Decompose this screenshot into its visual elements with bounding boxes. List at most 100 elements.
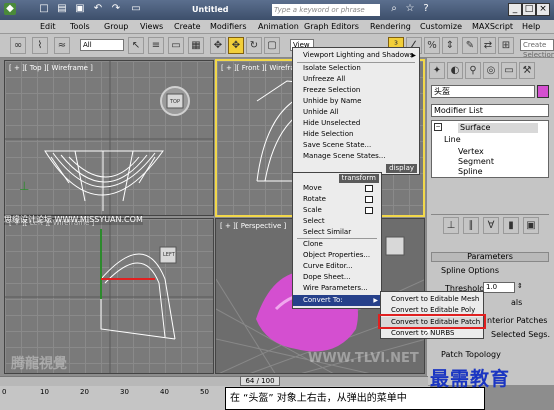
menu-create[interactable]: Create — [174, 22, 201, 31]
select-object-icon[interactable]: ↖ — [128, 37, 144, 54]
menu-item-object-properties[interactable]: Object Properties... — [293, 250, 381, 261]
bind-space-warp-icon[interactable]: ≈ — [54, 37, 70, 54]
menu-item-curve-editor[interactable]: Curve Editor... — [293, 261, 381, 272]
quad-header-transform: transform — [338, 174, 379, 183]
menu-item-hide-selection[interactable]: Hide Selection — [293, 129, 419, 140]
stack-toggle-icon[interactable]: − — [434, 123, 442, 131]
app-logo-icon[interactable]: ◆ — [4, 3, 16, 15]
threshold-input[interactable]: 1.0 — [483, 282, 515, 293]
menu-item-unfreeze-all[interactable]: Unfreeze All — [293, 74, 419, 85]
mirror-icon[interactable]: ⇄ — [480, 37, 496, 54]
select-scale-icon[interactable]: ▢ — [264, 37, 280, 54]
menu-item-hide-unselected[interactable]: Hide Unselected — [293, 118, 419, 129]
patch-topology-label: Patch Topology — [441, 350, 501, 359]
hierarchy-tab-icon[interactable]: ⚲ — [465, 62, 481, 79]
stack-vertex[interactable]: Vertex — [458, 147, 484, 156]
help-icon[interactable]: ? — [420, 3, 432, 15]
project-folder-icon[interactable]: ▭ — [130, 3, 142, 15]
menu-item-unhide-all[interactable]: Unhide All — [293, 107, 419, 118]
select-move-icon[interactable]: ✥ — [210, 37, 226, 54]
menu-item-freeze-selection[interactable]: Freeze Selection — [293, 85, 419, 96]
object-color-swatch[interactable] — [537, 85, 549, 98]
spinner-snap-icon[interactable]: ⇕ — [442, 37, 458, 54]
menu-item-clone[interactable]: Clone — [293, 239, 381, 250]
viewcube-top-label[interactable]: TOP — [170, 99, 180, 105]
remove-modifier-icon[interactable]: ▮ — [503, 217, 519, 234]
show-end-result-icon[interactable]: ∥ — [463, 217, 479, 234]
infocenter-icon[interactable]: ☆ — [404, 3, 416, 15]
pin-stack-icon[interactable]: ⊥ — [443, 217, 459, 234]
new-file-icon[interactable]: □ — [38, 3, 50, 15]
menu-maxscript[interactable]: MAXScript — [472, 22, 513, 31]
menu-modifiers[interactable]: Modifiers — [210, 22, 247, 31]
menu-tools[interactable]: Tools — [70, 22, 90, 31]
unlink-icon[interactable]: ⌇ — [32, 37, 48, 54]
align-icon[interactable]: ⊞ — [498, 37, 514, 54]
stack-spline[interactable]: Spline — [458, 167, 483, 176]
selection-filter-dropdown[interactable]: All — [80, 39, 124, 51]
menu-help[interactable]: Help — [522, 22, 540, 31]
threshold-spinner-icon[interactable]: ⇕ — [517, 282, 523, 290]
display-tab-icon[interactable]: ▭ — [501, 62, 517, 79]
rotate-settings-icon[interactable] — [365, 196, 373, 203]
menu-animation[interactable]: Animation — [258, 22, 299, 31]
link-icon[interactable]: ∞ — [10, 37, 26, 54]
menu-edit[interactable]: Edit — [40, 22, 56, 31]
select-move-active-icon[interactable]: ✥ — [228, 37, 244, 54]
stack-line[interactable]: Line — [444, 135, 461, 144]
motion-tab-icon[interactable]: ◎ — [483, 62, 499, 79]
search-icon[interactable]: ⌕ — [388, 3, 400, 15]
rollout-parameters[interactable]: Parameters — [431, 252, 549, 262]
edit-named-selection-icon[interactable]: ✎ — [462, 37, 478, 54]
menu-group[interactable]: Group — [104, 22, 128, 31]
create-tab-icon[interactable]: ✦ — [429, 62, 445, 79]
select-rotate-icon[interactable]: ↻ — [246, 37, 262, 54]
menu-item-select[interactable]: Select — [293, 216, 381, 227]
utilities-tab-icon[interactable]: ⚒ — [519, 62, 535, 79]
quad-menu-transform: transform Move Rotate Scale Select Selec… — [292, 172, 382, 309]
modify-tab-icon[interactable]: ◐ — [447, 62, 463, 79]
undo-icon[interactable]: ↶ — [92, 3, 104, 15]
configure-sets-icon[interactable]: ▣ — [523, 217, 539, 234]
select-by-name-icon[interactable]: ≡ — [148, 37, 164, 54]
modifier-list-dropdown[interactable]: Modifier List — [431, 104, 549, 117]
named-selection-set-input[interactable]: Create Selection Se — [520, 39, 554, 69]
save-file-icon[interactable]: ▣ — [74, 3, 86, 15]
menu-item-viewport-lighting[interactable]: Viewport Lighting and Shadows — [293, 50, 419, 61]
stack-segment[interactable]: Segment — [458, 157, 494, 166]
stack-surface[interactable]: Surface — [458, 123, 538, 133]
redo-icon[interactable]: ↷ — [110, 3, 122, 15]
scale-settings-icon[interactable] — [365, 207, 373, 214]
menu-views[interactable]: Views — [140, 22, 163, 31]
menu-item-unhide-by-name[interactable]: Unhide by Name — [293, 96, 419, 107]
search-input[interactable]: Type a keyword or phrase — [272, 4, 380, 16]
move-settings-icon[interactable] — [365, 185, 373, 192]
menu-rendering[interactable]: Rendering — [370, 22, 411, 31]
maximize-button[interactable]: □ — [522, 3, 536, 16]
menu-item-convert-nurbs[interactable]: Convert to NURBS — [381, 328, 483, 339]
open-file-icon[interactable]: ▤ — [56, 3, 68, 15]
menu-customize[interactable]: Customize — [420, 22, 462, 31]
make-unique-icon[interactable]: ∀ — [483, 217, 499, 234]
viewcube-left-label[interactable]: LEFT — [163, 252, 175, 258]
viewport-left[interactable]: [ + ][ Left ][ Wireframe ] LEFT 腾龍視覺 — [4, 218, 214, 374]
menu-item-save-scene-state[interactable]: Save Scene State... — [293, 140, 419, 151]
menu-item-isolate-selection[interactable]: Isolate Selection — [293, 63, 419, 74]
world-axis-icon: ⊥ — [19, 179, 30, 193]
percent-snap-icon[interactable]: % — [424, 37, 440, 54]
time-slider[interactable]: 64 / 100 — [240, 376, 280, 386]
menu-graph-editors[interactable]: Graph Editors — [304, 22, 359, 31]
minimize-button[interactable]: _ — [508, 3, 522, 16]
menu-item-wire-parameters[interactable]: Wire Parameters... — [293, 283, 381, 294]
menu-item-select-similar[interactable]: Select Similar — [293, 227, 381, 238]
track-bar[interactable] — [0, 376, 428, 386]
menu-item-convert-to[interactable]: Convert To: — [293, 295, 381, 306]
rect-selection-icon[interactable]: ▭ — [168, 37, 184, 54]
close-button[interactable]: × — [536, 3, 550, 16]
viewport-top[interactable]: [ + ][ Top ][ Wireframe ] TOP ⊥ — [4, 60, 214, 216]
menu-item-dope-sheet[interactable]: Dope Sheet... — [293, 272, 381, 283]
menu-item-convert-editable-mesh[interactable]: Convert to Editable Mesh — [381, 294, 483, 305]
window-crossing-icon[interactable]: ▦ — [188, 37, 204, 54]
menu-item-manage-scene-states[interactable]: Manage Scene States... — [293, 151, 419, 162]
object-name-field[interactable]: 头盔 — [431, 85, 535, 98]
